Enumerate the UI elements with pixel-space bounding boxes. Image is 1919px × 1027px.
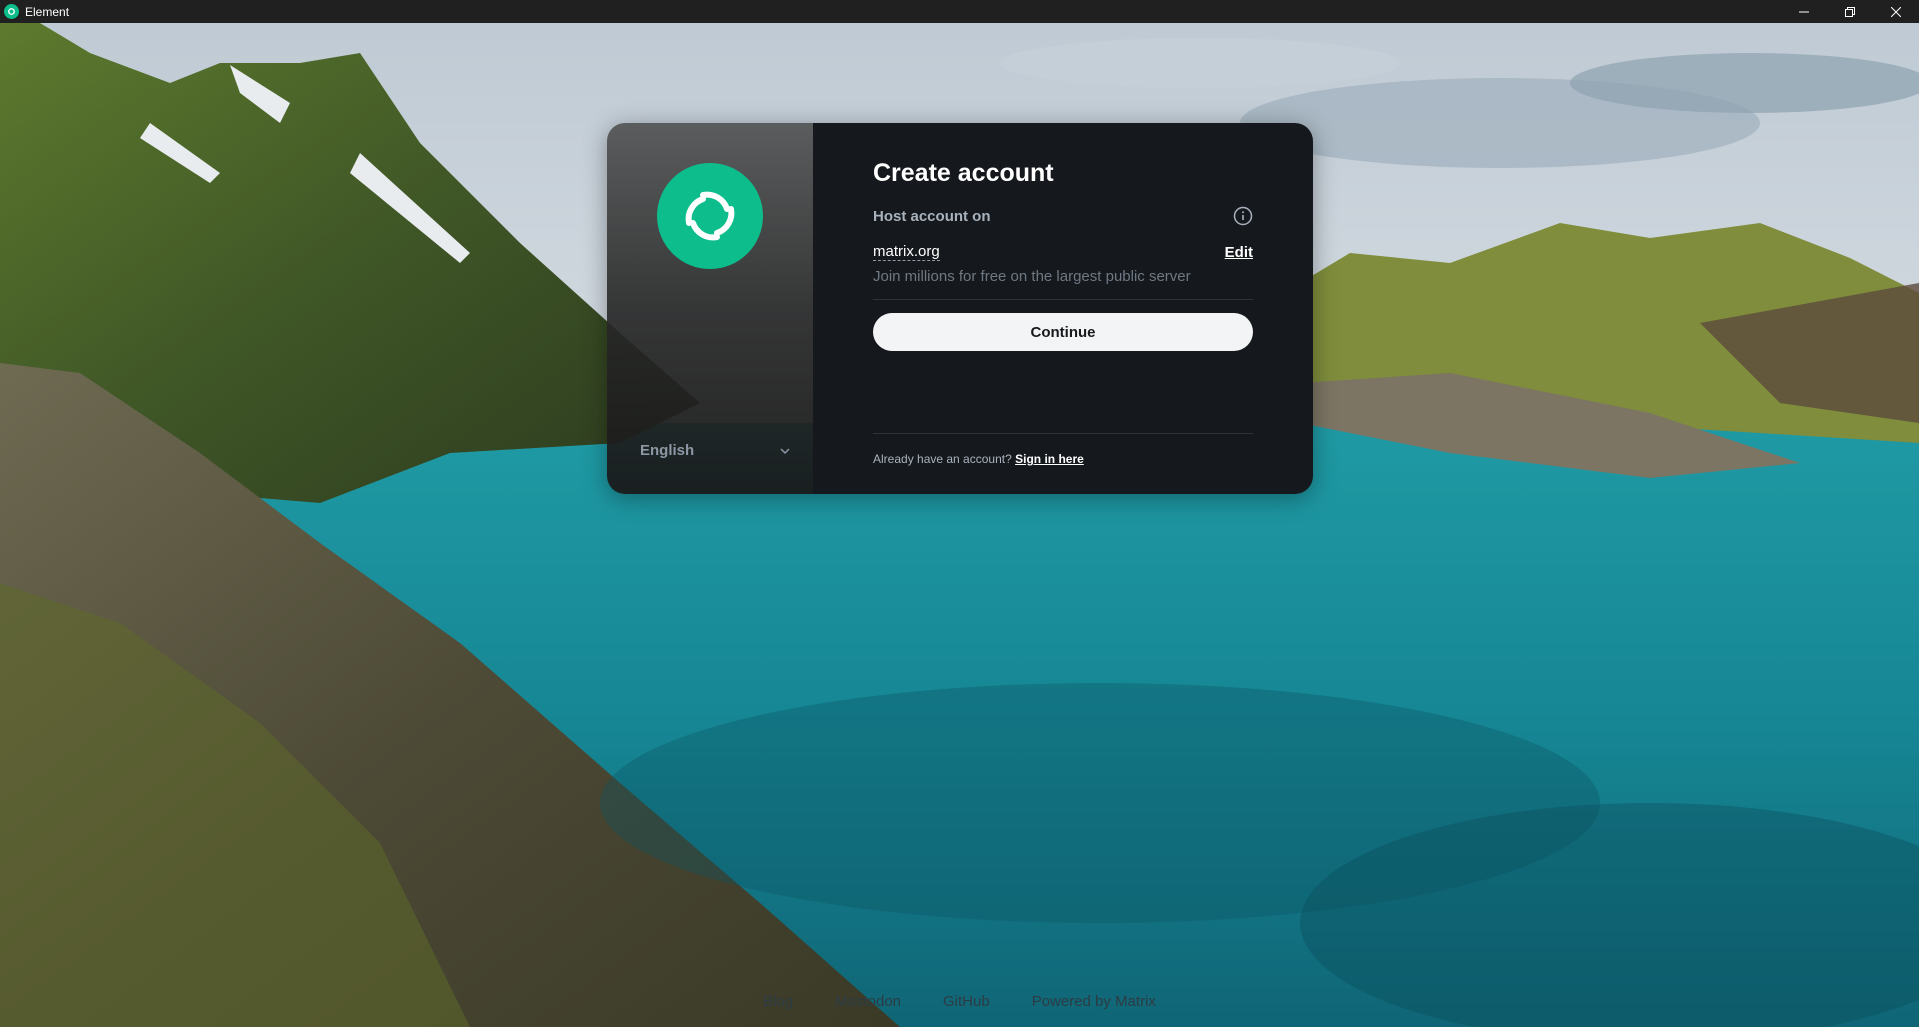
host-label: Host account on <box>873 207 991 225</box>
minimize-icon[interactable] <box>1781 0 1827 23</box>
continue-button[interactable]: Continue <box>873 313 1253 351</box>
server-description: Join millions for free on the largest pu… <box>873 268 1191 285</box>
page-title: Create account <box>873 159 1054 187</box>
auth-card: English Create account Host account on m… <box>607 123 1313 494</box>
edit-server-link[interactable]: Edit <box>1225 244 1253 261</box>
host-row: Host account on <box>873 206 1253 226</box>
footer-link-matrix[interactable]: Powered by Matrix <box>1032 993 1156 1010</box>
divider <box>873 299 1253 300</box>
server-row: matrix.org Edit <box>873 243 1253 261</box>
sign-in-prompt: Already have an account? Sign in here <box>873 433 1253 466</box>
footer-link-mastodon[interactable]: Mastodon <box>835 993 901 1010</box>
window-titlebar: Element <box>0 0 1919 23</box>
restore-icon[interactable] <box>1827 0 1873 23</box>
server-name: matrix.org <box>873 243 940 261</box>
element-logo-icon <box>657 163 763 269</box>
auth-card-sidebar: English <box>607 123 813 494</box>
element-app-icon <box>4 4 19 19</box>
language-selector[interactable]: English <box>640 442 790 459</box>
sign-in-link[interactable]: Sign in here <box>1015 452 1084 466</box>
window-title: Element <box>25 4 70 19</box>
close-icon[interactable] <box>1873 0 1919 23</box>
info-icon[interactable] <box>1233 206 1253 226</box>
footer-link-github[interactable]: GitHub <box>943 993 990 1010</box>
already-account-text: Already have an account? <box>873 452 1012 466</box>
window-controls <box>1781 0 1919 23</box>
auth-card-content: Create account Host account on matrix.or… <box>813 123 1313 494</box>
footer-links: Blog Mastodon GitHub Powered by Matrix <box>0 993 1919 1010</box>
language-label: English <box>640 442 695 459</box>
footer-link-blog[interactable]: Blog <box>763 993 793 1010</box>
chevron-down-icon <box>780 442 790 459</box>
